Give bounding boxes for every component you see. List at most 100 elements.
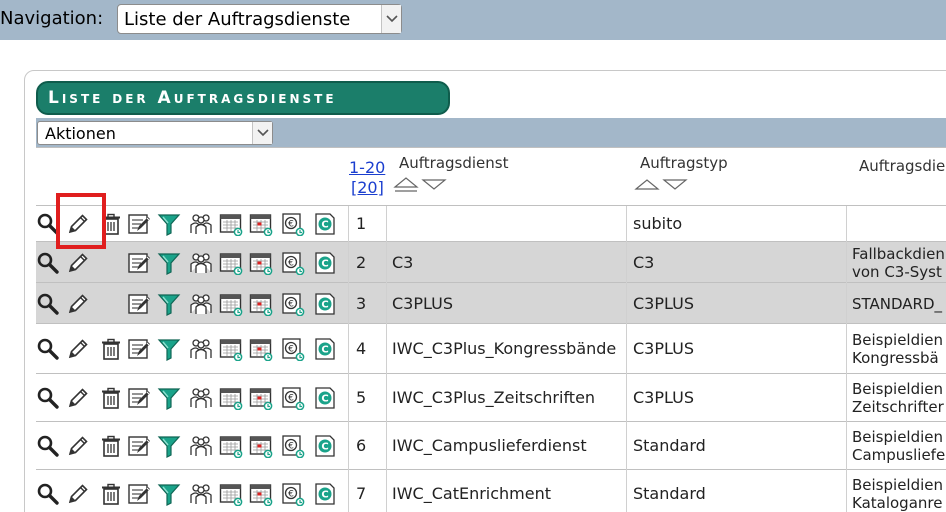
calendar-marked-icon[interactable]	[249, 434, 273, 459]
description-line-1: Fallbackdien	[852, 245, 945, 263]
copyright-icon[interactable]: C	[313, 434, 337, 458]
calendar-icon[interactable]	[219, 212, 243, 237]
count-link[interactable]: [20]	[351, 178, 384, 197]
euro-icon[interactable]: €	[281, 434, 305, 459]
users-icon[interactable]	[189, 212, 213, 236]
row-number: 7	[356, 484, 367, 503]
pencil-icon[interactable]	[66, 337, 90, 361]
actions-select[interactable]: Aktionen	[37, 121, 273, 145]
copyright-icon[interactable]: C	[313, 292, 337, 316]
trash-icon[interactable]	[99, 482, 123, 506]
sort-ascending-icon[interactable]	[393, 177, 419, 193]
copyright-icon[interactable]: C	[313, 251, 337, 275]
service-type: C3PLUS	[633, 294, 694, 313]
copyright-icon[interactable]: C	[313, 337, 337, 361]
chevron-down-icon[interactable]	[381, 5, 401, 33]
filter-icon[interactable]	[157, 482, 181, 506]
filter-icon[interactable]	[157, 434, 181, 458]
edit-details-icon[interactable]	[127, 482, 151, 506]
pencil-icon[interactable]	[66, 386, 90, 410]
calendar-icon[interactable]	[219, 337, 243, 362]
sort-ascending-icon[interactable]	[634, 177, 660, 193]
magnifier-icon[interactable]	[36, 482, 60, 506]
magnifier-icon[interactable]	[36, 434, 60, 458]
euro-icon[interactable]: €	[281, 212, 305, 237]
users-icon[interactable]	[189, 386, 213, 410]
pencil-icon[interactable]	[66, 292, 90, 316]
calendar-icon[interactable]	[219, 251, 243, 276]
sort-descending-icon[interactable]	[662, 177, 688, 193]
edit-details-icon[interactable]	[127, 386, 151, 410]
svg-text:C: C	[321, 220, 328, 231]
magnifier-icon[interactable]	[36, 212, 60, 236]
magnifier-icon[interactable]	[36, 337, 60, 361]
copyright-icon[interactable]: C	[313, 386, 337, 410]
filter-icon[interactable]	[157, 337, 181, 361]
filter-icon[interactable]	[157, 292, 181, 316]
calendar-marked-icon[interactable]	[249, 386, 273, 411]
navigation-select-value: Liste der Auftragsdienste	[124, 9, 351, 30]
trash-icon[interactable]	[99, 212, 123, 236]
edit-details-icon[interactable]	[127, 251, 151, 275]
svg-text:€: €	[288, 394, 294, 404]
service-type: subito	[633, 214, 683, 233]
row-number: 4	[356, 339, 367, 358]
calendar-marked-icon[interactable]	[249, 212, 273, 237]
service-description: Fallbackdien von C3-Syst	[852, 245, 946, 281]
pencil-icon[interactable]	[66, 482, 90, 506]
pencil-icon[interactable]	[66, 251, 90, 275]
users-icon[interactable]	[189, 292, 213, 316]
edit-details-icon[interactable]	[127, 292, 151, 316]
pencil-icon[interactable]	[66, 212, 90, 236]
magnifier-icon[interactable]	[36, 386, 60, 410]
calendar-marked-icon[interactable]	[249, 292, 273, 317]
column-header-type: Auftragstyp	[640, 154, 728, 172]
edit-details-icon[interactable]	[127, 434, 151, 458]
calendar-icon[interactable]	[219, 292, 243, 317]
svg-text:€: €	[288, 300, 294, 310]
trash-icon[interactable]	[99, 434, 123, 458]
users-icon[interactable]	[189, 337, 213, 361]
filter-icon[interactable]	[157, 212, 181, 236]
trash-icon[interactable]	[99, 337, 123, 361]
calendar-marked-icon[interactable]	[249, 337, 273, 362]
euro-icon[interactable]: €	[281, 482, 305, 507]
trash-icon[interactable]	[99, 386, 123, 410]
euro-icon[interactable]: €	[281, 386, 305, 411]
sort-descending-icon[interactable]	[421, 177, 447, 193]
calendar-icon[interactable]	[219, 434, 243, 459]
calendar-marked-icon[interactable]	[249, 251, 273, 276]
range-link[interactable]: 1-20	[349, 158, 385, 177]
filter-icon[interactable]	[157, 386, 181, 410]
euro-icon[interactable]: €	[281, 337, 305, 362]
users-icon[interactable]	[189, 251, 213, 275]
table-row: € C 2 C3 C3 Fallbackdien von C3-Syst	[36, 242, 946, 283]
pencil-icon[interactable]	[66, 434, 90, 458]
navigation-select[interactable]: Liste der Auftragsdienste	[117, 4, 402, 34]
euro-icon[interactable]: €	[281, 292, 305, 317]
euro-icon[interactable]: €	[281, 251, 305, 276]
table-row: € C 6 IWC_Campuslieferdienst Standard Beispie…	[36, 422, 946, 470]
calendar-icon[interactable]	[219, 482, 243, 507]
description-line-2: Kataloganre	[852, 494, 943, 512]
svg-text:C: C	[321, 394, 328, 405]
magnifier-icon[interactable]	[36, 251, 60, 275]
service-description: Beispieldien Kataloganre	[852, 476, 946, 512]
service-type: C3PLUS	[633, 388, 694, 407]
service-description: Beispieldien Campusliefer	[852, 428, 946, 464]
edit-details-icon[interactable]	[127, 212, 151, 236]
calendar-icon[interactable]	[219, 386, 243, 411]
description-line-1: STANDARD_	[852, 295, 943, 313]
filter-icon[interactable]	[157, 251, 181, 275]
calendar-marked-icon[interactable]	[249, 482, 273, 507]
svg-text:€: €	[288, 220, 294, 230]
edit-details-icon[interactable]	[127, 337, 151, 361]
copyright-icon[interactable]: C	[313, 212, 337, 236]
magnifier-icon[interactable]	[36, 292, 60, 316]
users-icon[interactable]	[189, 434, 213, 458]
navigation-label: Navigation:	[0, 8, 104, 29]
chevron-down-icon[interactable]	[252, 122, 272, 144]
users-icon[interactable]	[189, 482, 213, 506]
copyright-icon[interactable]: C	[313, 482, 337, 506]
row-number: 2	[356, 253, 367, 272]
